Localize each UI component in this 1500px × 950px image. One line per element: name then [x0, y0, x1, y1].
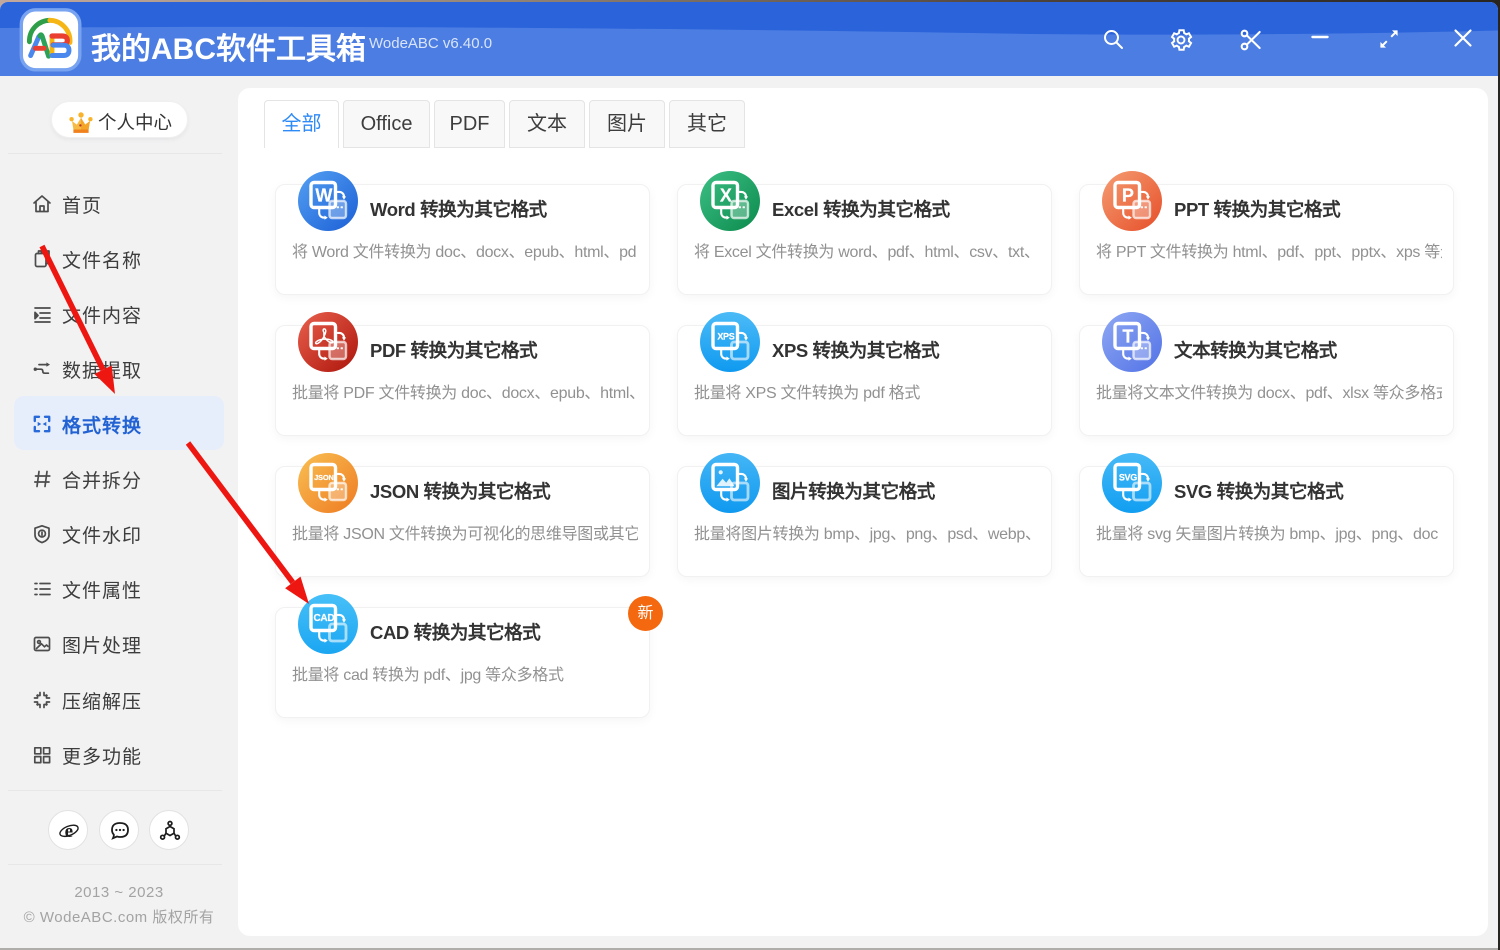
- svg-text:T: T: [1122, 327, 1133, 347]
- svg-text:P: P: [1122, 186, 1134, 206]
- svg-text:JSON: JSON: [314, 473, 334, 482]
- svg-text:X: X: [720, 186, 732, 206]
- svg-text:CAD: CAD: [314, 613, 335, 624]
- svg-text:XPS: XPS: [717, 332, 734, 342]
- svg-text:SVG: SVG: [1119, 473, 1137, 483]
- svg-text:e: e: [65, 821, 73, 842]
- svg-text:W: W: [315, 186, 332, 206]
